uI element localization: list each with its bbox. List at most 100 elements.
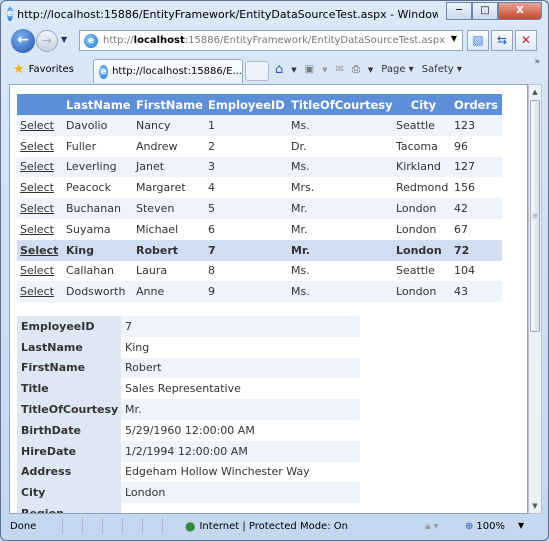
safety-menu[interactable]: Safety ▾ — [422, 64, 462, 75]
table-cell: Mr. — [288, 239, 393, 261]
table-cell: 127 — [451, 156, 502, 178]
table-cell: Seattle — [393, 115, 451, 136]
column-header: EmployeeID — [205, 94, 288, 115]
feeds-dropdown-icon[interactable]: ▼ — [322, 66, 327, 74]
zone-text: Internet | Protected Mode: On — [199, 520, 348, 532]
column-header: LastName — [63, 94, 133, 115]
page-menu[interactable]: Page ▾ — [381, 64, 413, 75]
table-row: Select Buchanan Steven 5 Mr. London 42 — [17, 198, 502, 219]
scroll-thumb[interactable]: ≡ — [530, 100, 540, 332]
vertical-scrollbar[interactable]: ▲ ≡ ▼ — [528, 84, 542, 514]
table-cell: Ms. — [288, 260, 393, 282]
table-row: Select Callahan Laura 8 Ms. Seattle 104 — [17, 260, 502, 282]
more-tools-icon[interactable]: » — [534, 57, 540, 67]
minimize-button[interactable]: ─ — [446, 2, 472, 20]
zoom-dropdown-icon[interactable]: ▼ — [518, 521, 524, 532]
favorites-label: Favorites — [28, 64, 74, 75]
detail-value: King — [121, 336, 360, 358]
detail-label: EmployeeID — [17, 316, 121, 337]
detail-label: City — [17, 482, 121, 504]
ie-logo-icon: e — [7, 7, 14, 21]
table-cell: 3 — [205, 156, 288, 178]
table-cell: 72 — [451, 239, 502, 261]
scroll-up-icon[interactable]: ▲ — [529, 85, 541, 99]
employees-grid: LastName FirstName EmployeeID TitleOfCourte… — [17, 94, 502, 303]
table-cell: 8 — [205, 260, 288, 282]
safety-label: Safety — [421, 64, 454, 75]
column-header: Orders — [451, 94, 502, 115]
address-bar[interactable]: e http://localhost:15886/EntityFramework… — [79, 30, 463, 51]
forward-button[interactable]: → — [36, 30, 58, 52]
detail-label: LastName — [17, 336, 121, 358]
zoom-control[interactable]: ⊕ 100% ▼ — [465, 521, 524, 532]
table-cell: 2 — [205, 135, 288, 157]
table-row: Select Leverling Janet 3 Ms. Kirkland 127 — [17, 156, 502, 178]
compatibility-view-icon[interactable]: ▧ — [467, 30, 489, 51]
select-link[interactable]: Select — [20, 181, 54, 194]
table-cell: 104 — [451, 260, 502, 282]
table-cell: 156 — [451, 177, 502, 199]
detail-row: Title Sales Representative — [17, 378, 360, 400]
table-row: Select Fuller Andrew 2 Dr. Tacoma 96 — [17, 135, 502, 157]
maximize-button[interactable]: □ — [472, 2, 498, 20]
mail-icon[interactable]: ✉ — [336, 64, 344, 75]
home-dropdown-icon[interactable]: ▼ — [291, 66, 296, 74]
protected-mode-icon[interactable]: 🔒︎ ▾ — [425, 521, 439, 532]
table-cell: 5 — [205, 198, 288, 219]
table-cell: 96 — [451, 135, 502, 157]
print-icon[interactable]: ⎙ — [352, 64, 360, 75]
table-cell: Nancy — [133, 115, 205, 136]
detail-value: 1/2/1994 12:00:00 AM — [121, 440, 360, 462]
refresh-icon[interactable]: ⇆ — [491, 30, 513, 51]
new-tab-button[interactable] — [245, 61, 269, 81]
detail-row: HireDate 1/2/1994 12:00:00 AM — [17, 440, 360, 462]
table-cell: Suyama — [63, 218, 133, 240]
address-dropdown-icon[interactable]: ▼ — [451, 34, 457, 43]
page-icon: e — [84, 33, 98, 48]
page-label: Page — [381, 64, 406, 75]
select-link[interactable]: Select — [20, 119, 54, 132]
select-link[interactable]: Select — [20, 202, 54, 215]
table-cell: Davolio — [63, 115, 133, 136]
table-row: Select Davolio Nancy 1 Ms. Seattle 123 — [17, 115, 502, 136]
select-cell: Select — [17, 156, 63, 178]
print-dropdown-icon[interactable]: ▼ — [368, 66, 373, 74]
table-cell: Dr. — [288, 135, 393, 157]
favorites-button[interactable]: ★ Favorites — [13, 62, 74, 77]
back-button[interactable]: ← — [11, 29, 35, 53]
select-link[interactable]: Select — [20, 140, 54, 153]
url-prefix: http:// — [103, 35, 134, 46]
detail-row: Address Edgeham Hollow Winchester Way — [17, 461, 360, 483]
detail-value: Robert — [121, 357, 360, 379]
select-cell: Select — [17, 281, 63, 303]
select-link[interactable]: Select — [20, 244, 58, 257]
table-cell: 4 — [205, 177, 288, 199]
detail-label: FirstName — [17, 357, 121, 379]
navigation-bar: ← → ▼ e http://localhost:15886/EntityFra… — [9, 29, 542, 55]
select-cell: Select — [17, 177, 63, 199]
detail-value: Sales Representative — [121, 378, 360, 400]
employee-details: EmployeeID 7 LastName King FirstName Robert Ti… — [17, 316, 360, 513]
table-cell: London — [393, 198, 451, 219]
home-icon[interactable]: ⌂ — [275, 62, 283, 77]
scroll-down-icon[interactable]: ▼ — [529, 499, 541, 513]
stop-icon[interactable]: ✕ — [515, 30, 537, 51]
globe-icon: ● — [185, 519, 196, 533]
feeds-icon[interactable]: ▣ — [305, 64, 314, 75]
select-link[interactable]: Select — [20, 223, 54, 236]
close-button[interactable]: X — [498, 2, 542, 20]
detail-value: Edgeham Hollow Winchester Way — [121, 461, 360, 483]
table-cell: Callahan — [63, 260, 133, 282]
detail-row: Region — [17, 503, 360, 513]
select-link[interactable]: Select — [20, 160, 54, 173]
table-cell: 67 — [451, 218, 502, 240]
table-cell: 43 — [451, 281, 502, 303]
security-zone[interactable]: ● Internet | Protected Mode: On — [185, 519, 348, 533]
browser-tab[interactable]: e http://localhost:15886/E... — [93, 59, 243, 83]
table-cell: London — [393, 218, 451, 240]
select-cell: Select — [17, 239, 63, 261]
select-link[interactable]: Select — [20, 264, 54, 277]
detail-label: HireDate — [17, 440, 121, 462]
select-link[interactable]: Select — [20, 285, 54, 298]
recent-pages-dropdown[interactable]: ▼ — [61, 35, 67, 44]
